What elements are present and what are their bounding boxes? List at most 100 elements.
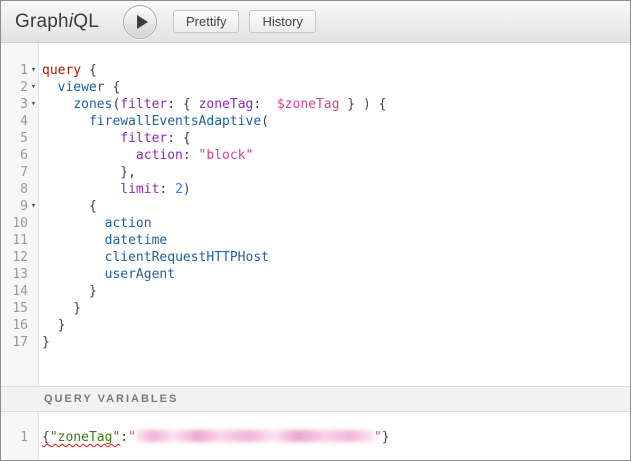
token: : {	[167, 97, 198, 112]
token: "block"	[199, 148, 254, 163]
line-number: 10	[1, 215, 28, 232]
line-number: 14	[1, 283, 28, 300]
token: },	[42, 165, 136, 180]
token: }	[42, 318, 65, 333]
execute-button[interactable]	[123, 5, 157, 39]
fold-arrow-icon[interactable]: ▾	[28, 79, 39, 96]
code-text: }	[39, 334, 50, 351]
fold-spacer	[28, 164, 39, 181]
fold-arrow-icon[interactable]: ▾	[28, 62, 39, 79]
line-number: 7	[1, 164, 28, 181]
line-number: 1	[1, 429, 28, 446]
token: :	[120, 430, 128, 445]
line-number: 5	[1, 130, 28, 147]
logo-text: QL	[73, 11, 99, 32]
query-code-lines: 1▾query {2▾ viewer {3▾ zones(filter: { z…	[1, 62, 630, 351]
code-line[interactable]: 6 action: "block"	[1, 147, 630, 164]
code-line[interactable]: 8 limit: 2)	[1, 181, 630, 198]
history-button[interactable]: History	[249, 10, 315, 33]
fold-spacer	[28, 429, 39, 446]
fold-arrow-icon[interactable]: ▾	[28, 198, 39, 215]
token: :	[183, 148, 199, 163]
code-text: }	[39, 283, 97, 300]
line-number: 17	[1, 334, 28, 351]
token: }	[382, 430, 390, 445]
code-line[interactable]: 13 userAgent	[1, 266, 630, 283]
line-number: 9	[1, 198, 28, 215]
token	[42, 131, 120, 146]
fold-spacer	[28, 317, 39, 334]
code-line[interactable]: 11 datetime	[1, 232, 630, 249]
code-line[interactable]: 10 action	[1, 215, 630, 232]
token: zoneTag	[199, 97, 254, 112]
token: }	[42, 335, 50, 350]
code-text: viewer {	[39, 79, 120, 96]
code-line[interactable]: 2▾ viewer {	[1, 79, 630, 96]
line-number: 15	[1, 300, 28, 317]
line-number: 12	[1, 249, 28, 266]
token: firewallEventsAdaptive	[89, 114, 261, 129]
code-text: action	[39, 215, 152, 232]
code-line[interactable]: 12 clientRequestHTTPHost	[1, 249, 630, 266]
fold-spacer	[28, 113, 39, 130]
token	[42, 250, 105, 265]
code-text: firewallEventsAdaptive(	[39, 113, 269, 130]
variables-title-bar[interactable]: QUERY VARIABLES	[1, 386, 630, 412]
line-number: 13	[1, 266, 28, 283]
variables-code-line: 1{"zoneTag":""}	[1, 429, 630, 446]
code-line[interactable]: 1{"zoneTag":""}	[1, 429, 630, 446]
code-text: limit: 2)	[39, 181, 191, 198]
code-line[interactable]: 16 }	[1, 317, 630, 334]
code-text: userAgent	[39, 266, 175, 283]
code-line[interactable]: 17}	[1, 334, 630, 351]
line-number: 8	[1, 181, 28, 198]
token: )	[183, 182, 191, 197]
code-text: }	[39, 317, 65, 334]
token: clientRequestHTTPHost	[105, 250, 269, 265]
token: limit	[120, 182, 159, 197]
fold-spacer	[28, 266, 39, 283]
code-line[interactable]: 7 },	[1, 164, 630, 181]
query-editor[interactable]: 1▾query {2▾ viewer {3▾ zones(filter: { z…	[1, 43, 630, 386]
token: 2	[175, 182, 183, 197]
line-number: 1	[1, 62, 28, 79]
variables-editor[interactable]: 1{"zoneTag":""}	[1, 412, 630, 460]
code-line[interactable]: 14 }	[1, 283, 630, 300]
token	[42, 233, 105, 248]
token: } ) {	[339, 97, 386, 112]
variables-title: QUERY VARIABLES	[44, 393, 178, 405]
code-line[interactable]: 5 filter: {	[1, 130, 630, 147]
token: filter	[120, 97, 167, 112]
token: zones	[73, 97, 112, 112]
token	[42, 80, 58, 95]
token: datetime	[105, 233, 168, 248]
code-text: query {	[39, 62, 97, 79]
code-text: zones(filter: { zoneTag: $zoneTag } ) {	[39, 96, 386, 113]
line-number: 2	[1, 79, 28, 96]
token: (	[261, 114, 269, 129]
token: query	[42, 63, 81, 78]
code-text: filter: {	[39, 130, 191, 147]
prettify-button[interactable]: Prettify	[173, 10, 239, 33]
code-line[interactable]: 9▾ {	[1, 198, 630, 215]
token: {	[105, 80, 121, 95]
code-line[interactable]: 4 firewallEventsAdaptive(	[1, 113, 630, 130]
lint-error-underline: {"zoneTag"	[42, 430, 120, 445]
line-number: 11	[1, 232, 28, 249]
code-text: }	[39, 300, 81, 317]
app-logo: GraphiQL	[15, 11, 109, 33]
line-number: 6	[1, 147, 28, 164]
token	[42, 114, 89, 129]
code-text: datetime	[39, 232, 167, 249]
fold-arrow-icon[interactable]: ▾	[28, 96, 39, 113]
code-text: action: "block"	[39, 147, 253, 164]
token: $zoneTag	[277, 97, 340, 112]
graphiql-window: GraphiQL Prettify History 1▾query {2▾ vi…	[0, 0, 631, 461]
token: action	[105, 216, 152, 231]
code-line[interactable]: 3▾ zones(filter: { zoneTag: $zoneTag } )…	[1, 96, 630, 113]
token: {	[42, 430, 50, 445]
token: }	[42, 284, 97, 299]
line-number: 3	[1, 96, 28, 113]
code-line[interactable]: 1▾query {	[1, 62, 630, 79]
code-line[interactable]: 15 }	[1, 300, 630, 317]
